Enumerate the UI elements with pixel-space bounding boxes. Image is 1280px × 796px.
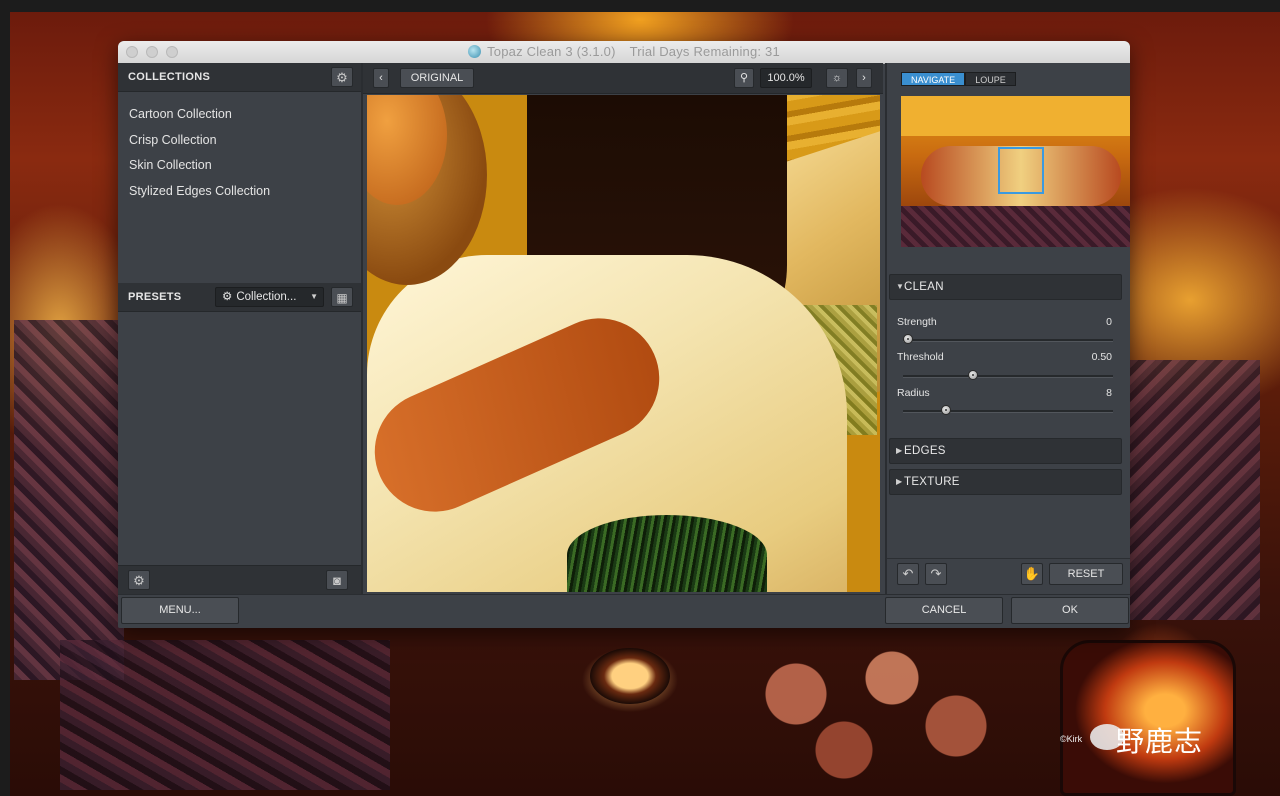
collection-item[interactable]: Stylized Edges Collection: [129, 183, 270, 209]
next-button[interactable]: ›: [856, 68, 872, 88]
undo-button[interactable]: ↶: [897, 563, 919, 585]
threshold-slider[interactable]: [903, 370, 1113, 380]
threshold-label: Threshold: [897, 351, 944, 363]
undo-icon: ↶: [902, 566, 914, 581]
caret-down-icon: ▼: [310, 292, 318, 301]
right-panel: NAVIGATE LOUPE ▼ CLEAN Strength 0 Thresh…: [885, 63, 1130, 595]
view-rectangle[interactable]: [998, 147, 1044, 194]
redo-icon: ↷: [930, 566, 942, 581]
search-icon: ⚲: [739, 72, 749, 84]
preview-area: ‹ ORIGINAL ⚲ 100.0% ☼ ›: [363, 63, 883, 594]
original-button[interactable]: ORIGINAL: [400, 68, 474, 88]
radius-slider[interactable]: [903, 405, 1113, 415]
ok-button[interactable]: OK: [1011, 597, 1129, 624]
collections-list: Cartoon Collection Crisp Collection Skin…: [129, 106, 270, 208]
radius-slider-handle[interactable]: [941, 405, 951, 415]
camera-icon: ◙: [333, 573, 341, 588]
strength-slider-handle[interactable]: [903, 334, 913, 344]
collapsed-arrow-icon: ▶: [896, 477, 903, 486]
stamp-button[interactable]: ✋: [1021, 563, 1043, 585]
trial-days: Trial Days Remaining: 31: [629, 44, 780, 59]
radius-label: Radius: [897, 387, 930, 399]
bottom-bar: MENU... CANCEL OK: [118, 594, 1130, 628]
strength-slider[interactable]: [903, 334, 1113, 344]
gear-icon: ⚙: [222, 291, 233, 303]
navigator-thumbnail[interactable]: [901, 96, 1130, 247]
presets-header: PRESETS ⚙ Collection... ▼ ▦: [118, 283, 361, 312]
photo-credit: ©Kirk: [1060, 734, 1083, 744]
grid-view-button[interactable]: ▦: [331, 287, 353, 307]
section-clean[interactable]: ▼ CLEAN: [889, 274, 1122, 300]
menu-button[interactable]: MENU...: [121, 597, 239, 624]
collection-item[interactable]: Crisp Collection: [129, 132, 270, 158]
chevron-right-icon: ›: [862, 72, 866, 84]
image-preview[interactable]: [367, 95, 880, 592]
collections-settings-button[interactable]: ⚙: [331, 67, 353, 87]
preview-toolbar: ‹ ORIGINAL ⚲ 100.0% ☼ ›: [363, 63, 883, 94]
chevron-left-icon: ‹: [379, 72, 383, 84]
section-edges[interactable]: ▶ EDGES: [889, 438, 1122, 464]
left-footer: ⚙ ◙: [118, 565, 361, 595]
collection-item[interactable]: Skin Collection: [129, 157, 270, 183]
brightness-button[interactable]: ☼: [826, 68, 848, 88]
app-icon: [468, 45, 482, 58]
right-footer: ↶ ↷ ✋ RESET: [887, 558, 1130, 595]
collections-title: COLLECTIONS: [128, 71, 211, 83]
left-panel: COLLECTIONS ⚙ Cartoon Collection Crisp C…: [118, 63, 363, 595]
threshold-slider-handle[interactable]: [968, 370, 978, 380]
zoom-level[interactable]: 100.0%: [760, 68, 812, 88]
strength-label: Strength: [897, 316, 937, 328]
zoom-button[interactable]: ⚲: [734, 68, 754, 88]
app-title: Topaz Clean 3 (3.1.0): [487, 44, 616, 59]
collection-item[interactable]: Cartoon Collection: [129, 106, 270, 132]
grid-icon: ▦: [336, 291, 348, 305]
save-preset-button[interactable]: ◙: [326, 570, 348, 590]
gear-icon: ⚙: [133, 573, 145, 588]
preset-settings-button[interactable]: ⚙: [128, 570, 150, 590]
gear-icon: ⚙: [336, 70, 348, 85]
section-clean-label: CLEAN: [904, 281, 944, 293]
tab-loupe[interactable]: LOUPE: [965, 72, 1016, 86]
threshold-value[interactable]: 0.50: [1052, 351, 1112, 363]
collapsed-arrow-icon: ▶: [896, 446, 903, 455]
expanded-arrow-icon: ▼: [896, 282, 904, 291]
section-texture[interactable]: ▶ TEXTURE: [889, 469, 1122, 495]
cancel-button[interactable]: CANCEL: [885, 597, 1003, 624]
strength-value[interactable]: 0: [1052, 316, 1112, 328]
title-bar: Topaz Clean 3 (3.1.0) Trial Days Remainin…: [118, 41, 1130, 64]
radius-value[interactable]: 8: [1052, 387, 1112, 399]
redo-button[interactable]: ↷: [925, 563, 947, 585]
section-edges-label: EDGES: [904, 445, 946, 457]
stamp-icon: ✋: [1023, 566, 1041, 581]
presets-dropdown-value: Collection...: [236, 291, 297, 303]
section-texture-label: TEXTURE: [904, 476, 960, 488]
app-window: Topaz Clean 3 (3.1.0) Trial Days Remainin…: [118, 41, 1130, 628]
collections-header: COLLECTIONS ⚙: [118, 63, 361, 92]
presets-dropdown[interactable]: ⚙ Collection... ▼: [215, 287, 324, 307]
tab-navigate[interactable]: NAVIGATE: [901, 72, 966, 86]
reset-button[interactable]: RESET: [1049, 563, 1123, 585]
presets-title: PRESETS: [128, 291, 182, 303]
navigator-tabs: NAVIGATE LOUPE: [901, 72, 1016, 86]
window-title: Topaz Clean 3 (3.1.0) Trial Days Remainin…: [118, 44, 1130, 59]
watermark-brand: 野鹿志: [1116, 725, 1204, 758]
previous-button[interactable]: ‹: [373, 68, 389, 88]
brightness-icon: ☼: [831, 72, 843, 84]
